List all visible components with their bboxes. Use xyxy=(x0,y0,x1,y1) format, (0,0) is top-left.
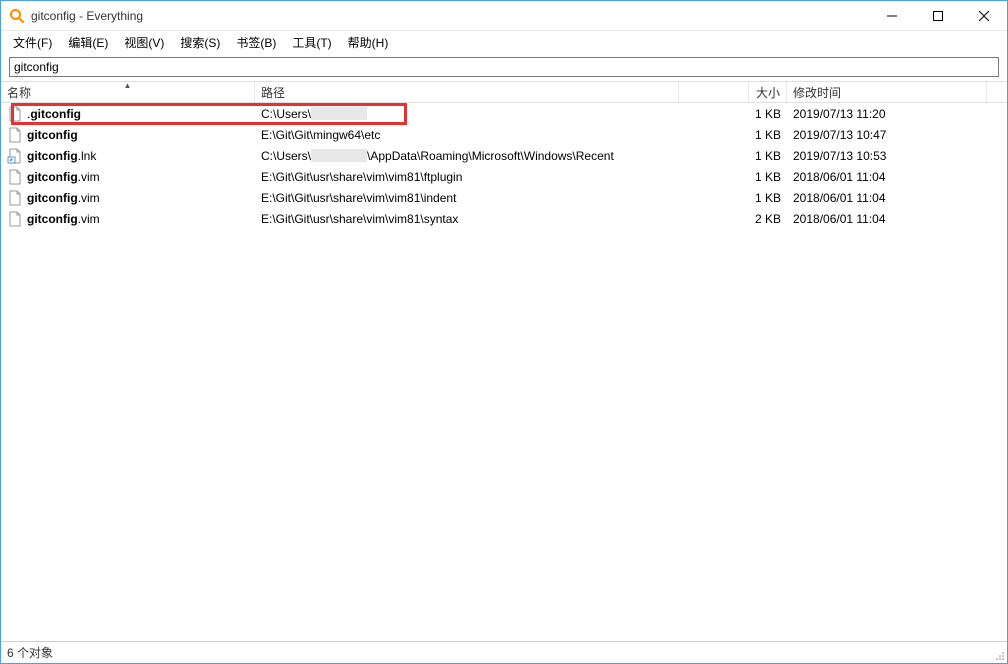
file-name: gitconfig xyxy=(27,128,78,142)
menu-help[interactable]: 帮助(H) xyxy=(340,32,397,53)
table-row[interactable]: gitconfig.vim E:\Git\Git\usr\share\vim\vi… xyxy=(1,187,1007,208)
resize-grip[interactable] xyxy=(993,649,1005,661)
column-name[interactable]: 名称 ▲ xyxy=(1,82,255,102)
cell-name: gitconfig.vim xyxy=(1,190,255,206)
cell-date: 2019/07/13 11:20 xyxy=(787,107,987,121)
menu-edit[interactable]: 编辑(E) xyxy=(60,32,116,53)
cell-name: gitconfig.lnk xyxy=(1,148,255,164)
cell-name: gitconfig.vim xyxy=(1,169,255,185)
search-bar xyxy=(9,57,999,77)
menubar: 文件(F) 编辑(E) 视图(V) 搜索(S) 书签(B) 工具(T) 帮助(H… xyxy=(1,31,1007,53)
cell-size: 1 KB xyxy=(749,128,787,142)
cell-path: E:\Git\Git\usr\share\vim\vim81\ftplugin xyxy=(255,170,679,184)
column-path[interactable]: 路径 xyxy=(255,82,679,102)
cell-size: 1 KB xyxy=(749,107,787,121)
file-name: gitconfig.lnk xyxy=(27,149,96,163)
cell-size: 2 KB xyxy=(749,212,787,226)
menu-tools[interactable]: 工具(T) xyxy=(284,32,339,53)
file-icon xyxy=(7,169,23,185)
table-row[interactable]: .gitconfig C:\Users\ 1 KB2019/07/13 11:20 xyxy=(1,103,1007,124)
cell-date: 2018/06/01 11:04 xyxy=(787,212,987,226)
column-path-label: 路径 xyxy=(261,84,285,101)
minimize-button[interactable] xyxy=(869,1,915,30)
file-name: gitconfig.vim xyxy=(27,191,100,205)
sort-ascending-icon: ▲ xyxy=(124,81,132,90)
file-icon xyxy=(7,190,23,206)
app-icon xyxy=(9,8,25,24)
cell-size: 1 KB xyxy=(749,170,787,184)
search-input[interactable] xyxy=(9,57,999,77)
menu-view[interactable]: 视图(V) xyxy=(116,32,172,53)
table-row[interactable]: gitconfig E:\Git\Git\mingw64\etc 1 KB2019/… xyxy=(1,124,1007,145)
close-button[interactable] xyxy=(961,1,1007,30)
column-gap[interactable] xyxy=(679,82,749,102)
cell-path: C:\Users\\AppData\Roaming\Microsoft\Wind… xyxy=(255,149,679,163)
results-list[interactable]: .gitconfigC:\Users\1 KB2019/07/13 11:20g… xyxy=(1,103,1007,641)
cell-path: C:\Users\ xyxy=(255,107,679,121)
file-name: gitconfig.vim xyxy=(27,212,100,226)
status-bar: 6 个对象 xyxy=(1,641,1007,663)
menu-search[interactable]: 搜索(S) xyxy=(172,32,228,53)
menu-file[interactable]: 文件(F) xyxy=(5,32,60,53)
status-text: 6 个对象 xyxy=(7,644,53,661)
cell-date: 2018/06/01 11:04 xyxy=(787,191,987,205)
window-title: gitconfig - Everything xyxy=(31,9,869,23)
menu-bookmarks[interactable]: 书签(B) xyxy=(228,32,284,53)
table-row[interactable]: gitconfig.vim E:\Git\Git\usr\share\vim\vi… xyxy=(1,208,1007,229)
cell-size: 1 KB xyxy=(749,191,787,205)
maximize-button[interactable] xyxy=(915,1,961,30)
column-size[interactable]: 大小 xyxy=(749,82,787,102)
file-name: gitconfig.vim xyxy=(27,170,100,184)
column-size-label: 大小 xyxy=(756,84,780,101)
cell-name: gitconfig.vim xyxy=(1,211,255,227)
column-name-label: 名称 xyxy=(7,84,31,101)
column-date-label: 修改时间 xyxy=(793,84,841,101)
file-icon xyxy=(7,106,23,122)
cell-path: E:\Git\Git\usr\share\vim\vim81\indent xyxy=(255,191,679,205)
file-icon xyxy=(7,211,23,227)
table-row[interactable]: gitconfig.vim E:\Git\Git\usr\share\vim\vi… xyxy=(1,166,1007,187)
file-name: .gitconfig xyxy=(27,107,81,121)
cell-size: 1 KB xyxy=(749,149,787,163)
cell-date: 2019/07/13 10:47 xyxy=(787,128,987,142)
cell-path: E:\Git\Git\usr\share\vim\vim81\syntax xyxy=(255,212,679,226)
table-row[interactable]: gitconfig.lnk C:\Users\\AppData\Roaming\M… xyxy=(1,145,1007,166)
titlebar: gitconfig - Everything xyxy=(1,1,1007,31)
cell-name: .gitconfig xyxy=(1,106,255,122)
cell-date: 2019/07/13 10:53 xyxy=(787,149,987,163)
file-icon xyxy=(7,127,23,143)
cell-name: gitconfig xyxy=(1,127,255,143)
cell-path: E:\Git\Git\mingw64\etc xyxy=(255,128,679,142)
column-header: 名称 ▲ 路径 大小 修改时间 xyxy=(1,81,1007,103)
cell-date: 2018/06/01 11:04 xyxy=(787,170,987,184)
shortcut-file-icon xyxy=(7,148,23,164)
column-date[interactable]: 修改时间 xyxy=(787,82,987,102)
